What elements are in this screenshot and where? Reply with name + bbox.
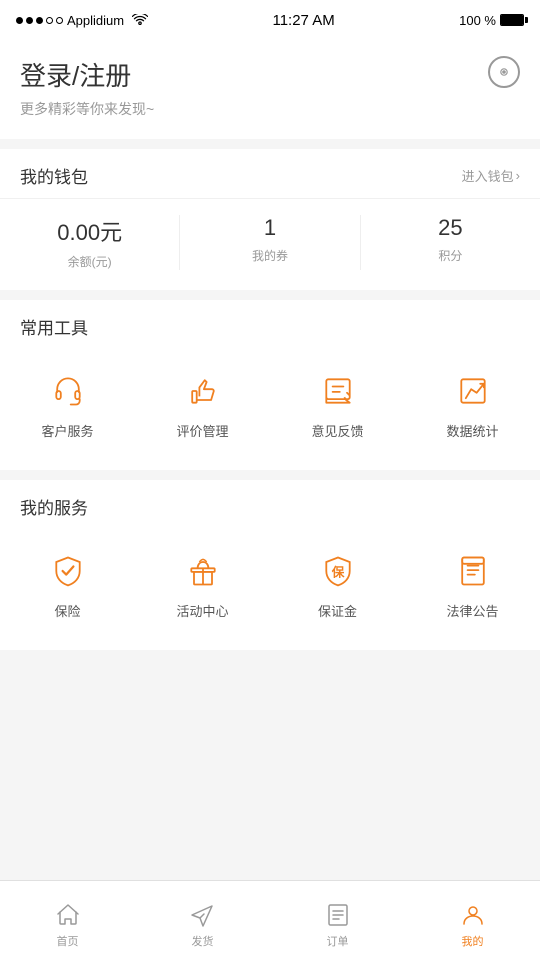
- dot2: [26, 17, 33, 24]
- svg-text:保: 保: [330, 564, 344, 579]
- tool-feedback[interactable]: 意见反馈: [270, 359, 405, 450]
- tool-rating-label: 评价管理: [176, 421, 228, 440]
- carrier-name: Applidium: [67, 13, 124, 28]
- status-bar: Applidium 11:27 AM 100 %: [0, 0, 540, 40]
- balance-value: 0.00元: [0, 215, 179, 247]
- tool-rating[interactable]: 评价管理: [135, 359, 270, 450]
- profile-icon: [459, 901, 487, 929]
- points-value: 25: [361, 215, 540, 241]
- service-legal[interactable]: 法律公告: [405, 539, 540, 630]
- legal-icon: [451, 549, 495, 593]
- tab-order-label: 订单: [327, 933, 349, 949]
- dot5: [56, 17, 63, 24]
- wallet-stat-points: 25 积分: [361, 215, 540, 270]
- tab-bar: 首页 发货 订单 我的: [0, 880, 540, 960]
- service-activity[interactable]: 活动中心: [135, 539, 270, 630]
- page-title: 登录/注册: [20, 56, 520, 93]
- main-content: 登录/注册 更多精彩等你来发现~ 我的钱包 进入钱包 › 0.00元 余额(元)…: [0, 40, 540, 920]
- wallet-link[interactable]: 进入钱包 ›: [462, 166, 520, 185]
- service-deposit-label: 保证金: [318, 601, 357, 620]
- dot4: [46, 17, 53, 24]
- gift-icon: [181, 549, 225, 593]
- order-icon: [324, 901, 352, 929]
- tab-home[interactable]: 首页: [0, 893, 135, 949]
- battery-icon: [500, 14, 524, 26]
- tab-send[interactable]: 发货: [135, 893, 270, 949]
- send-icon: [189, 901, 217, 929]
- security-icon: 保: [316, 549, 360, 593]
- wallet-title: 我的钱包: [20, 163, 88, 188]
- wallet-stat-balance: 0.00元 余额(元): [0, 215, 180, 270]
- chart-icon: [451, 369, 495, 413]
- points-label: 积分: [361, 247, 540, 264]
- qr-code-icon: [496, 64, 512, 80]
- headset-icon: [46, 369, 90, 413]
- feedback-icon: [316, 369, 360, 413]
- service-insurance-label: 保险: [54, 601, 80, 620]
- status-right: 100 %: [459, 13, 524, 28]
- shield-icon: [46, 549, 90, 593]
- battery-percent: 100 %: [459, 13, 496, 28]
- wallet-stat-coupons: 1 我的券: [180, 215, 360, 270]
- tool-customer-service[interactable]: 客户服务: [0, 359, 135, 450]
- services-title: 我的服务: [0, 480, 540, 529]
- tab-send-label: 发货: [192, 933, 214, 949]
- wallet-header: 我的钱包 进入钱包 ›: [0, 149, 540, 199]
- tab-order[interactable]: 订单: [270, 893, 405, 949]
- status-time: 11:27 AM: [272, 12, 334, 29]
- tool-stats[interactable]: 数据统计: [405, 359, 540, 450]
- tab-home-label: 首页: [57, 933, 79, 949]
- tools-title: 常用工具: [0, 300, 540, 349]
- qr-code-button[interactable]: [488, 56, 520, 88]
- signal-dots: [16, 17, 63, 24]
- service-deposit[interactable]: 保 保证金: [270, 539, 405, 630]
- tool-stats-label: 数据统计: [446, 421, 498, 440]
- battery-fill: [501, 15, 523, 25]
- coupons-value: 1: [180, 215, 359, 241]
- home-icon: [54, 901, 82, 929]
- service-insurance[interactable]: 保险: [0, 539, 135, 630]
- wifi-icon: [132, 14, 148, 26]
- service-legal-label: 法律公告: [446, 601, 498, 620]
- dot1: [16, 17, 23, 24]
- coupons-label: 我的券: [180, 247, 359, 264]
- thumbup-icon: [181, 369, 225, 413]
- tab-profile-label: 我的: [462, 933, 484, 949]
- tool-feedback-label: 意见反馈: [311, 421, 363, 440]
- balance-label: 余额(元): [0, 253, 179, 270]
- dot3: [36, 17, 43, 24]
- tab-profile[interactable]: 我的: [405, 893, 540, 949]
- tool-customer-service-label: 客户服务: [41, 421, 93, 440]
- tools-section: 常用工具 客户服务: [0, 300, 540, 470]
- header-section: 登录/注册 更多精彩等你来发现~: [0, 40, 540, 139]
- services-section: 我的服务 保险: [0, 480, 540, 650]
- wallet-stats: 0.00元 余额(元) 1 我的券 25 积分: [0, 199, 540, 290]
- page-subtitle: 更多精彩等你来发现~: [20, 99, 520, 119]
- services-grid: 保险 活动中心: [0, 529, 540, 650]
- status-left: Applidium: [16, 13, 148, 28]
- wallet-section: 我的钱包 进入钱包 › 0.00元 余额(元) 1 我的券 25 积分: [0, 149, 540, 290]
- tools-grid: 客户服务 评价管理: [0, 349, 540, 470]
- service-activity-label: 活动中心: [176, 601, 228, 620]
- chevron-right-icon: ›: [516, 168, 520, 183]
